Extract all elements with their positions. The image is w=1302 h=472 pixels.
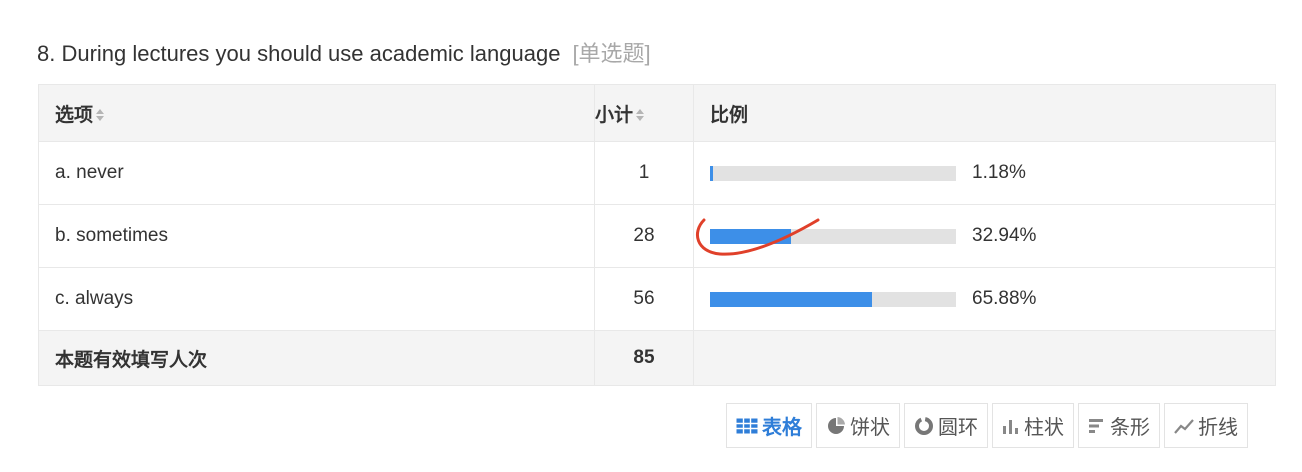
- table-icon: [736, 417, 758, 434]
- bar-view-label: 条形: [1110, 417, 1150, 439]
- header-ratio-label: 比例: [710, 104, 749, 126]
- table-row: b. sometimes 28 32.94%: [38, 204, 1276, 268]
- sort-icon[interactable]: [95, 108, 105, 122]
- total-count: 85: [594, 330, 694, 386]
- table-view-button[interactable]: 表格: [726, 403, 812, 448]
- option-label: c. always: [38, 267, 595, 331]
- line-view-button[interactable]: 折线: [1164, 403, 1248, 448]
- question-type-tag: [单选题]: [572, 41, 651, 66]
- ratio-bar-fill: [710, 228, 792, 244]
- line-chart-icon: [1174, 418, 1194, 434]
- header-option-label: 选项: [55, 104, 94, 126]
- bar-chart-icon: [1088, 418, 1106, 434]
- table-row: c. always 56 65.88%: [38, 267, 1276, 331]
- chart-type-toolbar: 表格 饼状 圆环 柱状 条形 折线: [726, 403, 1248, 448]
- pie-view-button[interactable]: 饼状: [816, 403, 900, 448]
- ratio-cell: 65.88%: [693, 267, 1276, 331]
- ratio-percent: 1.18%: [972, 162, 1026, 183]
- ratio-percent: 65.88%: [972, 288, 1037, 309]
- header-count[interactable]: 小计: [594, 84, 694, 142]
- column-view-button[interactable]: 柱状: [992, 403, 1074, 448]
- donut-view-button[interactable]: 圆环: [904, 403, 988, 448]
- line-view-label: 折线: [1198, 417, 1238, 439]
- table-header-row: 选项 小计 比例: [38, 84, 1276, 142]
- ratio-percent: 32.94%: [972, 225, 1037, 246]
- header-option[interactable]: 选项: [38, 84, 595, 142]
- ratio-cell: 32.94%: [693, 204, 1276, 268]
- column-view-label: 柱状: [1024, 417, 1064, 439]
- option-label: b. sometimes: [38, 204, 595, 268]
- option-count: 56: [594, 267, 694, 331]
- total-label: 本题有效填写人次: [38, 330, 595, 386]
- question-title: 8. During lectures you should use academ…: [37, 36, 651, 68]
- ratio-bar-fill: [710, 165, 713, 181]
- option-label: a. never: [38, 141, 595, 205]
- ratio-bar: [710, 291, 956, 307]
- ratio-bar: [710, 165, 956, 181]
- bar-view-button[interactable]: 条形: [1078, 403, 1160, 448]
- question-text: 8. During lectures you should use academ…: [37, 41, 561, 66]
- header-ratio: 比例: [693, 84, 1276, 142]
- ratio-bar: [710, 228, 956, 244]
- sort-icon[interactable]: [635, 108, 645, 122]
- total-empty-cell: [693, 330, 1276, 386]
- total-row: 本题有效填写人次 85: [38, 330, 1276, 386]
- header-count-label: 小计: [595, 104, 634, 126]
- pie-view-label: 饼状: [850, 417, 890, 439]
- ratio-cell: 1.18%: [693, 141, 1276, 205]
- column-chart-icon: [1002, 418, 1020, 434]
- table-view-label: 表格: [762, 417, 802, 439]
- donut-view-label: 圆环: [938, 417, 978, 439]
- option-count: 1: [594, 141, 694, 205]
- ratio-bar-fill: [710, 291, 873, 307]
- table-row: a. never 1 1.18%: [38, 141, 1276, 205]
- option-count: 28: [594, 204, 694, 268]
- pie-chart-icon: [826, 416, 846, 436]
- results-table: 选项 小计 比例 a. never 1 1.18% b. sometimes 2…: [38, 84, 1276, 386]
- donut-chart-icon: [914, 416, 934, 436]
